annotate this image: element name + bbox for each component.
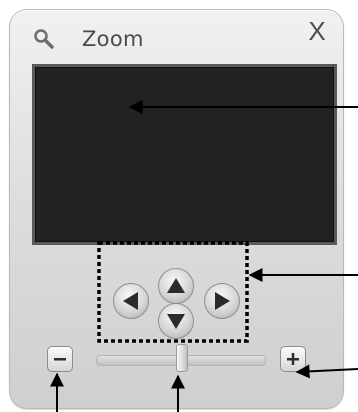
pan-up-button[interactable]	[158, 268, 194, 304]
pan-left-icon	[123, 292, 138, 310]
zoom-slider-thumb[interactable]	[176, 344, 188, 372]
close-button[interactable]: X	[304, 16, 330, 46]
pan-right-button[interactable]	[204, 283, 240, 319]
pan-left-button[interactable]	[113, 283, 149, 319]
pan-down-icon	[167, 314, 185, 329]
pan-down-button[interactable]	[158, 303, 194, 339]
pan-up-icon	[167, 278, 185, 293]
zoom-view-area	[32, 64, 337, 245]
zoom-out-button[interactable]	[47, 346, 73, 372]
magnifier-icon	[34, 29, 54, 49]
window-title: Zoom	[82, 27, 144, 51]
plus-icon	[287, 353, 299, 365]
minus-icon	[54, 358, 66, 361]
zoom-in-button[interactable]	[280, 346, 306, 372]
pan-controls	[99, 243, 247, 341]
pan-right-icon	[215, 292, 230, 310]
